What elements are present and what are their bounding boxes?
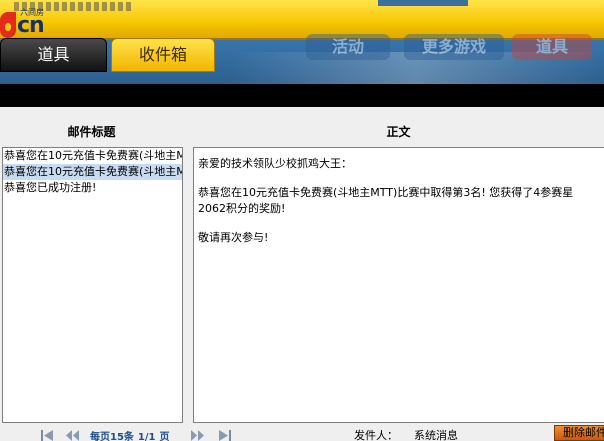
message-body-header: 正文 — [386, 125, 411, 139]
site-logo[interactable]: 六间房 cn — [0, 8, 60, 40]
logo-six-icon — [0, 12, 16, 38]
message-content: 恭喜您在10元充值卡免费赛(斗地主MTT)比赛中取得第3名! 您获得了4参赛星2… — [198, 186, 574, 215]
pager-info: 每页15条 1/1 页 — [90, 428, 174, 441]
next-page-icon[interactable] — [191, 430, 204, 441]
tab-items[interactable]: 道具 — [0, 38, 107, 72]
pager-page-unit: 页 — [159, 432, 170, 441]
mail-list-item[interactable]: 恭喜您已成功注册! — [3, 180, 182, 196]
logo-text: cn — [17, 13, 45, 38]
divider-bar — [0, 84, 604, 107]
top-banner: 六间房 cn 活动 更多游戏 道具 道具 收件箱 — [0, 0, 604, 84]
pager-page: 1/1 — [137, 432, 156, 441]
tab-inbox[interactable]: 收件箱 — [111, 38, 215, 72]
message-body: 亲爱的技术领队少校抓鸡大王： 恭喜您在10元充值卡免费赛(斗地主MTT)比赛中取… — [193, 147, 604, 423]
banner-activity-button[interactable]: 活动 — [306, 34, 390, 60]
sender-label: 发件人： — [354, 429, 398, 441]
titlebar-fragment — [378, 0, 468, 6]
footer-bar: 每页15条 1/1 页 发件人： 系统消息 删除邮件 — [0, 425, 604, 441]
first-page-icon[interactable] — [41, 430, 54, 441]
prev-page-icon[interactable] — [66, 430, 79, 441]
mail-list-item-selected[interactable]: 恭喜您在10元充值卡免费赛(斗地主MTT)比赛中取得第3名 — [3, 164, 182, 180]
mail-title-header: 邮件标题 — [67, 125, 116, 139]
last-page-icon[interactable] — [218, 430, 231, 441]
delete-mail-button[interactable]: 删除邮件 — [554, 425, 604, 441]
mail-list[interactable]: 恭喜您在10元充值卡免费赛(斗地主MTT)比赛中取得第3名 恭喜您在10元充值卡… — [2, 147, 183, 423]
sender-value: 系统消息 — [414, 429, 458, 441]
banner-items-button[interactable]: 道具 — [512, 34, 592, 60]
pager-per-page: 每页15条 — [90, 432, 134, 441]
message-greeting: 亲爱的技术领队少校抓鸡大王： — [198, 157, 352, 170]
mail-list-item[interactable]: 恭喜您在10元充值卡免费赛(斗地主MTT)比赛中取得第3名 — [3, 148, 182, 164]
banner-more-games-button[interactable]: 更多游戏 — [404, 34, 504, 60]
message-closing: 敬请再次参与! — [198, 231, 269, 244]
